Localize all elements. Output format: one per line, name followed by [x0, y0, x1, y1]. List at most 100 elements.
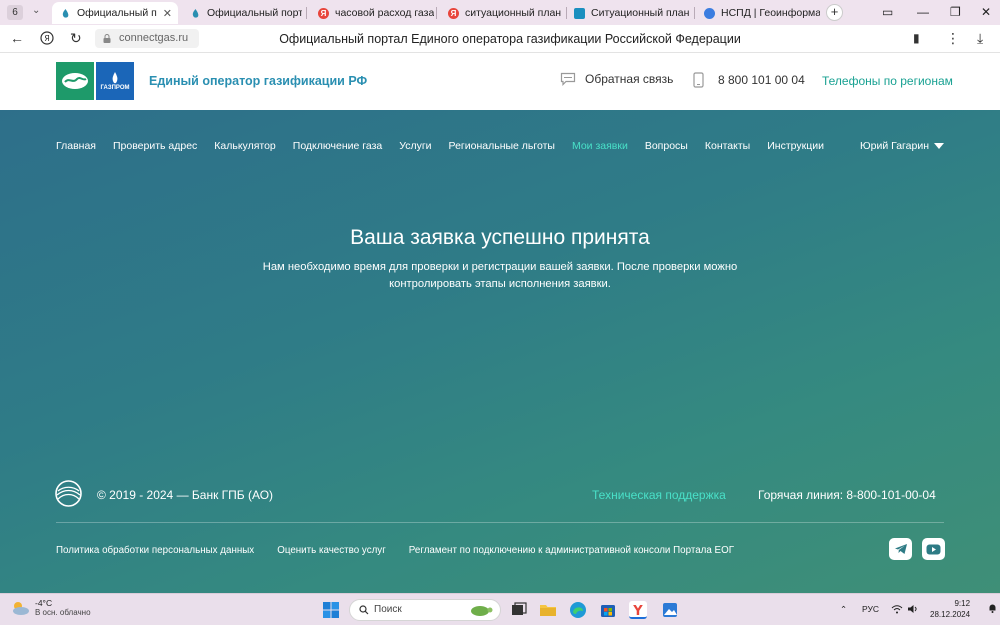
- rate-services-link[interactable]: Оценить качество услуг: [277, 545, 386, 556]
- clock-date: 28.12.2024: [930, 610, 971, 619]
- site-header: ГАЗПРОМ Единый оператор газификации РФ О…: [0, 53, 1000, 110]
- nav-item-services[interactable]: Услуги: [399, 140, 431, 152]
- taskbar-search[interactable]: Поиск: [349, 599, 501, 621]
- footer-divider: [56, 522, 944, 523]
- search-icon: [359, 605, 369, 615]
- windows-start-icon[interactable]: [322, 601, 340, 619]
- yandex-browser-icon[interactable]: Y: [629, 601, 647, 619]
- svg-text:Я: Я: [44, 34, 50, 43]
- clock-time: 9:12: [954, 599, 971, 608]
- gazprom-logo-text: ГАЗПРОМ: [100, 85, 130, 91]
- bookmark-flag-icon[interactable]: ▮: [913, 31, 920, 45]
- nav-item-questions[interactable]: Вопросы: [645, 140, 688, 152]
- chat-bubble-icon: [560, 72, 576, 86]
- privacy-policy-link[interactable]: Политика обработки персональных данных: [56, 545, 254, 556]
- edge-browser-icon[interactable]: [569, 601, 587, 619]
- youtube-button[interactable]: [922, 538, 945, 560]
- weather-text: В осн. облачно: [35, 608, 91, 617]
- turtle-icon: [471, 606, 493, 616]
- file-explorer-icon[interactable]: [539, 601, 557, 619]
- tab-divider: [436, 7, 437, 19]
- tab-title: ситуационный план дл: [465, 7, 564, 19]
- back-arrow-icon[interactable]: ←: [10, 30, 24, 46]
- user-name: Юрий Гагарин: [860, 140, 929, 152]
- nav-item-gas-connection[interactable]: Подключение газа: [293, 140, 382, 152]
- nav-item-instructions[interactable]: Инструкции: [767, 140, 824, 152]
- close-window-icon[interactable]: ✕: [981, 5, 991, 19]
- regions-phones-link[interactable]: Телефоны по регионам: [822, 74, 953, 88]
- browser-tab[interactable]: НСПД | Геоинформаци: [696, 2, 820, 24]
- close-icon[interactable]: ✕: [163, 7, 172, 20]
- volume-icon[interactable]: [907, 604, 919, 616]
- hotline[interactable]: Горячая линия: 8-800-101-00-04: [758, 488, 936, 502]
- user-menu[interactable]: Юрий Гагарин: [860, 140, 944, 152]
- browser-tab[interactable]: Официальный портал Е: [182, 2, 302, 24]
- minimize-icon[interactable]: —: [917, 5, 929, 19]
- eog-favicon-icon: [190, 8, 201, 19]
- tab-divider: [306, 7, 307, 19]
- weather-widget[interactable]: -4°C В осн. облачно: [10, 598, 91, 617]
- tab-title: часовой расход газа д: [335, 7, 434, 19]
- notification-bell-icon[interactable]: [988, 603, 997, 615]
- telegram-button[interactable]: [889, 538, 912, 560]
- lock-icon: [103, 34, 111, 43]
- yandex-icon[interactable]: Я: [40, 31, 54, 48]
- system-clock[interactable]: 9:12 28.12.2024: [930, 598, 970, 620]
- nav-item-check-address[interactable]: Проверить адрес: [113, 140, 197, 152]
- nav-item-my-requests[interactable]: Мои заявки: [572, 140, 628, 152]
- yandex-favicon-icon: Я: [448, 7, 459, 19]
- brand-name[interactable]: Единый оператор газификации РФ: [149, 74, 367, 88]
- nav-item-home[interactable]: Главная: [56, 140, 96, 152]
- tab-count-badge[interactable]: 6: [7, 5, 23, 20]
- chevron-down-icon[interactable]: ⌄: [32, 5, 40, 16]
- phone-icon: [693, 72, 704, 88]
- cloudy-weather-icon: [13, 601, 29, 615]
- footer-links: Политика обработки персональных данных О…: [56, 545, 757, 556]
- language-indicator[interactable]: РУС: [862, 604, 879, 614]
- tech-support-link[interactable]: Техническая поддержка: [592, 488, 726, 502]
- svg-text:Y: Y: [632, 604, 643, 619]
- success-text: Нам необходимо время для проверки и реги…: [262, 261, 738, 290]
- tray-chevron-up-icon[interactable]: ⌃: [840, 604, 847, 615]
- reload-icon[interactable]: ↻: [70, 30, 82, 47]
- wifi-icon[interactable]: [891, 604, 903, 616]
- tab-title: Официальный портал Е: [207, 7, 302, 19]
- phone-number: 8 800 101 00 04: [718, 73, 805, 87]
- download-icon[interactable]: ⤓: [977, 30, 983, 47]
- map-favicon-icon: [574, 7, 585, 19]
- nav-item-regional-benefits[interactable]: Региональные льготы: [449, 140, 555, 152]
- url-text: connectgas.ru: [119, 32, 189, 44]
- footer-logo-icon[interactable]: [55, 480, 82, 507]
- browser-tab[interactable]: Я часовой расход газа д: [310, 2, 434, 24]
- nav-item-calculator[interactable]: Калькулятор: [214, 140, 275, 152]
- phone-link[interactable]: 8 800 101 00 04: [693, 72, 805, 88]
- telegram-icon: [894, 544, 907, 554]
- tab-divider: [694, 7, 695, 19]
- globe-favicon-icon: [704, 7, 715, 19]
- tab-title: НСПД | Геоинформаци: [721, 7, 820, 19]
- bookmark-icon[interactable]: ▭: [882, 5, 893, 19]
- more-menu-icon[interactable]: ⋮: [946, 30, 960, 47]
- success-title: Ваша заявка успешно принята: [350, 226, 650, 249]
- browser-tab-active[interactable]: Официальный портал ✕: [52, 2, 178, 24]
- new-tab-button[interactable]: +: [826, 4, 843, 21]
- page-title: Официальный портал Единого оператора газ…: [279, 32, 741, 46]
- restore-icon[interactable]: ❐: [950, 5, 961, 19]
- search-placeholder: Поиск: [374, 604, 402, 615]
- regulations-link[interactable]: Регламент по подключению к административ…: [409, 545, 734, 556]
- store-icon[interactable]: [599, 601, 617, 619]
- tab-title: Ситуационный план дл: [591, 7, 690, 19]
- task-view-icon[interactable]: [510, 601, 528, 619]
- site-logo[interactable]: ГАЗПРОМ: [56, 62, 134, 100]
- photos-icon[interactable]: [661, 601, 679, 619]
- browser-tab[interactable]: Ситуационный план дл: [566, 2, 690, 24]
- nav-item-contacts[interactable]: Контакты: [705, 140, 750, 152]
- browser-tab-strip: 6 ⌄ Официальный портал ✕ Официальный пор…: [0, 0, 1000, 25]
- taskbar: -4°C В осн. облачно Поиск Y ⌃ РУС 9:12 2…: [0, 593, 1000, 625]
- feedback-link[interactable]: Обратная связь: [560, 72, 673, 86]
- tab-title: Официальный портал: [77, 7, 157, 19]
- main-content: Главная Проверить адрес Калькулятор Подк…: [0, 110, 1000, 593]
- browser-tab[interactable]: Я ситуационный план дл: [440, 2, 564, 24]
- caret-down-icon: [934, 143, 944, 149]
- url-field[interactable]: connectgas.ru: [95, 29, 199, 48]
